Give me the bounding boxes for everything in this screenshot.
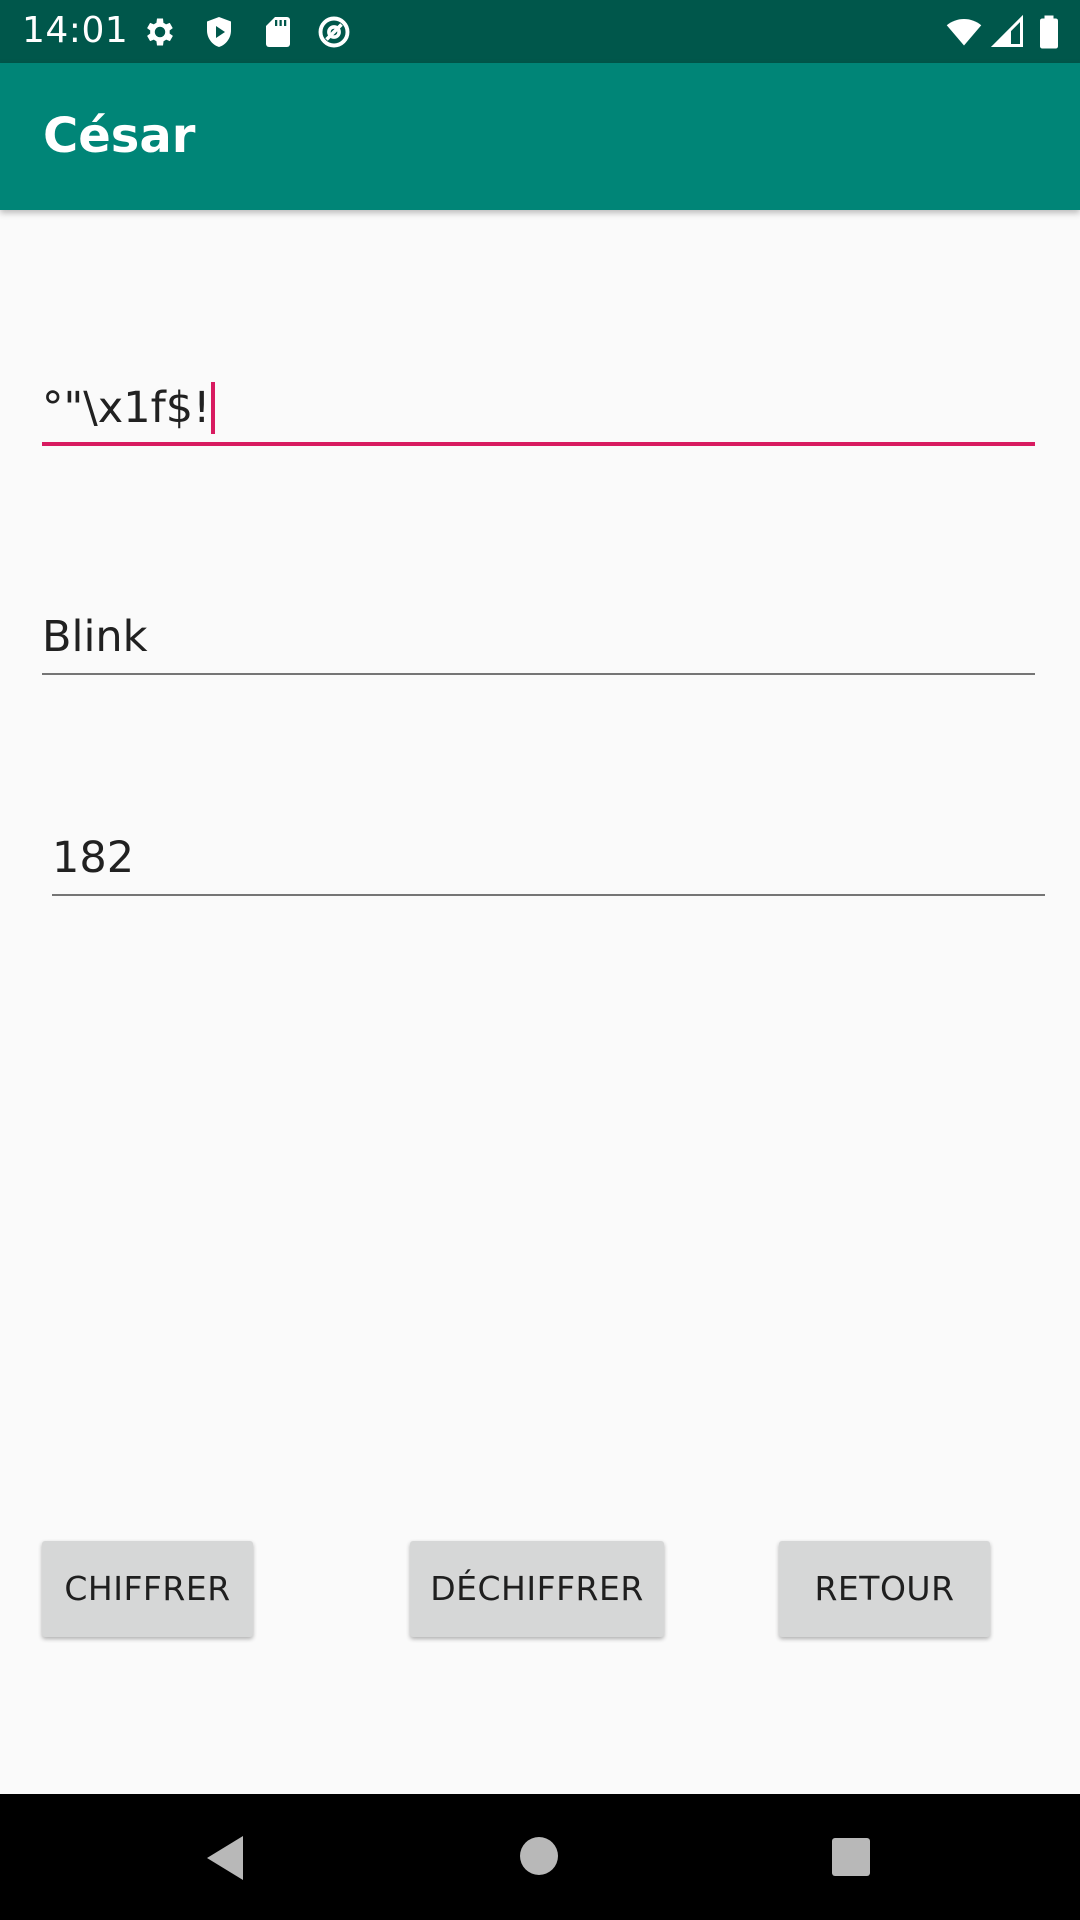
message-input-text: °"\x1f$! — [42, 382, 216, 434]
encrypt-button[interactable]: CHIFFRER — [42, 1541, 253, 1637]
back-button[interactable]: RETOUR — [779, 1541, 990, 1637]
wifi-icon — [946, 18, 982, 46]
status-time: 14:01 — [22, 10, 129, 51]
shift-number-input[interactable]: 182 — [52, 826, 1045, 896]
decrypt-button[interactable]: DÉCHIFFRER — [410, 1541, 664, 1637]
text-caret — [211, 382, 216, 434]
sd-card-icon — [266, 17, 290, 47]
key-input[interactable]: Blink — [42, 605, 1035, 675]
gear-icon — [147, 18, 173, 46]
shift-number-input-text: 182 — [52, 833, 135, 883]
shift-number-input-underline — [52, 894, 1045, 896]
app-title: César — [43, 108, 196, 164]
at-sign-icon — [318, 16, 350, 48]
back-triangle-icon[interactable] — [203, 1834, 247, 1882]
key-input-underline — [42, 673, 1035, 675]
app-bar: César — [0, 63, 1080, 210]
battery-icon — [1040, 15, 1058, 49]
recents-square-icon[interactable] — [831, 1837, 871, 1877]
home-circle-icon[interactable] — [519, 1836, 559, 1876]
shield-play-icon — [207, 17, 231, 47]
message-input[interactable]: °"\x1f$! — [42, 376, 1035, 446]
status-bar: 14:01 — [0, 0, 1080, 63]
message-input-underline — [42, 442, 1035, 446]
key-input-text: Blink — [42, 612, 148, 662]
cell-signal-icon — [990, 14, 1023, 47]
system-nav-bar — [0, 1794, 1080, 1920]
